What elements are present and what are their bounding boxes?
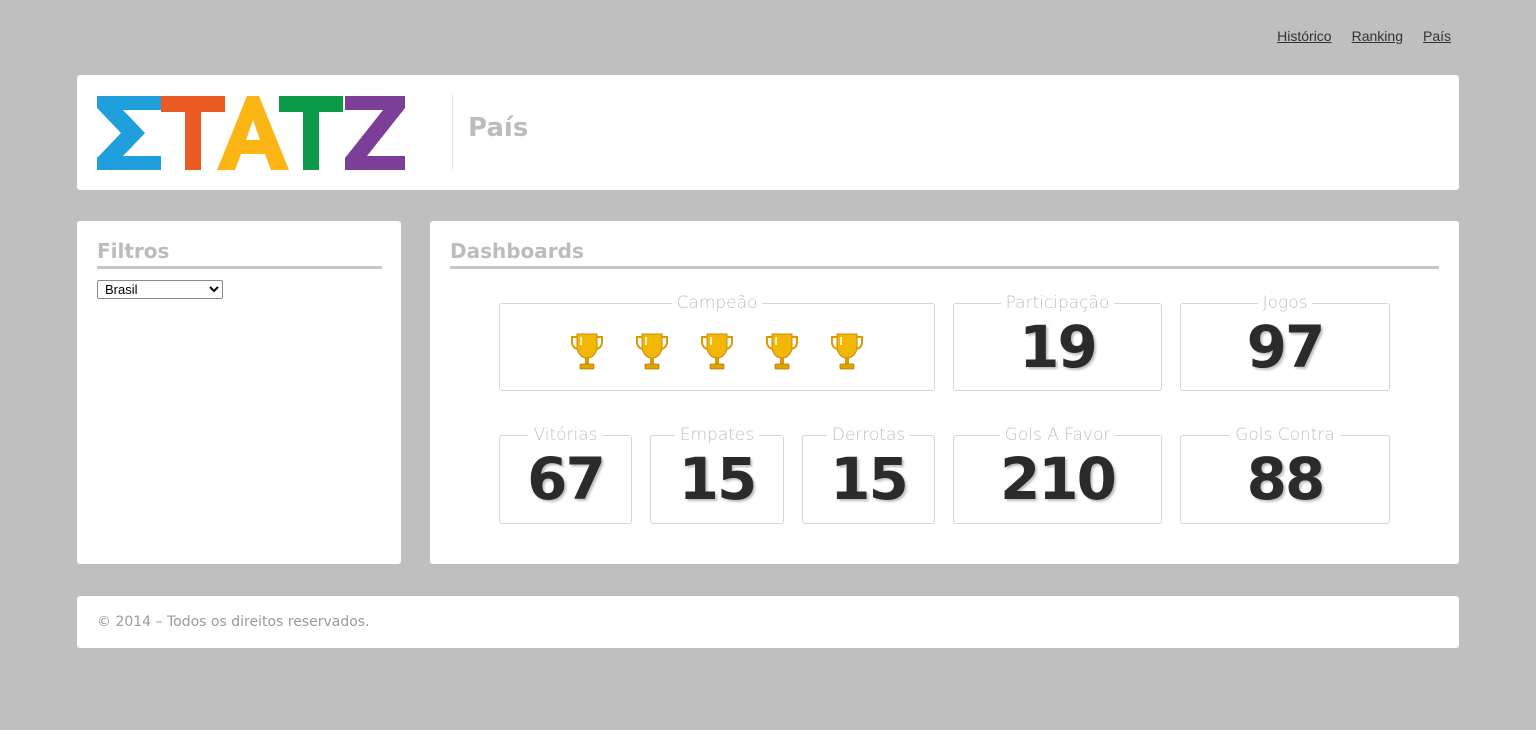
country-select[interactable]: Brasil (97, 280, 223, 299)
trophy-icon (571, 333, 603, 370)
stat-jogos-value: 97 (1246, 313, 1326, 381)
stat-vitorias-label: Vitórias (528, 425, 603, 445)
stat-campeao-label: Campeão (671, 293, 763, 313)
dashboards-panel: Dashboards Campeão Participação 19 Jogos… (430, 221, 1459, 564)
stat-gols-contra-label: Gols Contra (1230, 425, 1340, 445)
trophy-icon (701, 333, 733, 370)
stat-gols-contra: Gols Contra 88 (1180, 425, 1390, 524)
filters-panel: Filtros Brasil (77, 221, 401, 564)
nav-link-pais[interactable]: País (1423, 28, 1451, 44)
nav-link-historico[interactable]: Histórico (1277, 28, 1331, 44)
filters-title: Filtros (97, 239, 382, 269)
stat-derrotas-value: 15 (830, 445, 909, 513)
stat-jogos-label: Jogos (1257, 293, 1313, 313)
statz-logo[interactable] (97, 96, 405, 170)
stat-derrotas: Derrotas 15 (802, 425, 935, 524)
trophy-icon (636, 333, 668, 370)
trophy-icon (831, 333, 863, 370)
trophy-list (500, 332, 934, 372)
footer-copyright: © 2014 – Todos os direitos reservados. (97, 614, 370, 630)
stat-participacao: Participação 19 (953, 293, 1162, 391)
header-panel: País (77, 75, 1459, 190)
stat-empates-value: 15 (678, 445, 758, 513)
stat-gols-contra-value: 88 (1246, 445, 1326, 513)
stat-campeao: Campeão (499, 293, 935, 391)
footer-panel: © 2014 – Todos os direitos reservados. (77, 596, 1459, 648)
header-divider (452, 95, 453, 169)
nav-link-ranking[interactable]: Ranking (1352, 28, 1403, 44)
stat-empates: Empates 15 (650, 425, 784, 524)
top-nav: Histórico Ranking País (1277, 28, 1451, 44)
logo-letter-sigma (97, 96, 161, 170)
stat-derrotas-label: Derrotas (826, 425, 911, 445)
logo-letter-z (345, 96, 405, 170)
logo-letter-t2 (279, 96, 343, 170)
stat-empates-label: Empates (674, 425, 760, 445)
trophy-icon (766, 333, 798, 370)
stat-vitorias: Vitórias 67 (499, 425, 632, 524)
stat-gols-a-favor-label: Gols A Favor (999, 425, 1116, 445)
stat-vitorias-value: 67 (527, 445, 606, 513)
stat-gols-a-favor: Gols A Favor 210 (953, 425, 1162, 524)
stat-participacao-label: Participação (1000, 293, 1115, 313)
logo-letter-a (217, 96, 289, 170)
logo-letter-t1 (161, 96, 225, 170)
stat-participacao-value: 19 (1019, 313, 1098, 381)
page-title: País (468, 113, 529, 143)
stat-gols-a-favor-value: 210 (999, 445, 1117, 513)
stat-jogos: Jogos 97 (1180, 293, 1390, 391)
dashboards-title: Dashboards (450, 239, 1439, 269)
